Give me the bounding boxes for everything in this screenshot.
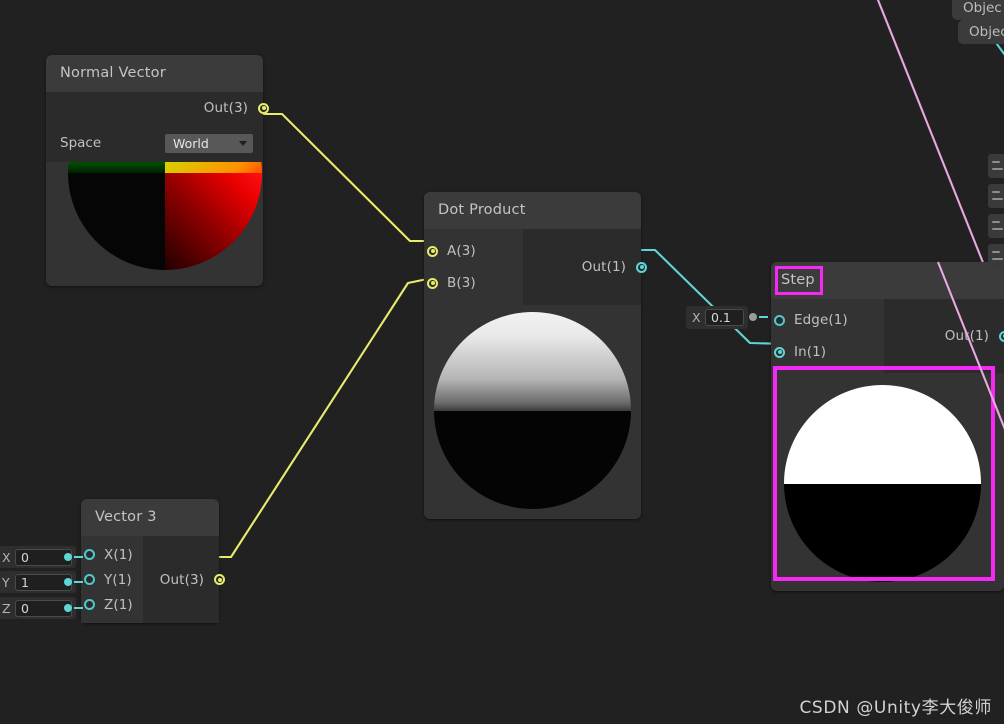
- output-ports-step[interactable]: Out(1): [884, 299, 1004, 373]
- wire-vector3-to-dot-b: [207, 275, 438, 559]
- port-label-step-out: Out(1): [944, 328, 989, 344]
- float-port-dot-z[interactable]: [64, 604, 72, 612]
- edge-node-stub-1[interactable]: [988, 154, 1004, 178]
- port-row-normal-vector-out[interactable]: Out(3): [46, 92, 269, 124]
- float-label-z: Z: [2, 600, 11, 616]
- port-label-dot-a: A(3): [447, 243, 476, 259]
- node-title-dot-product: Dot Product: [424, 192, 641, 229]
- node-dot-product[interactable]: Dot Product A(3) B(3) Out(1): [424, 192, 647, 519]
- port-label-vector3-x: X(1): [104, 546, 133, 563]
- io-section-vector3: X(1) Y(1) Z(1) Out(3): [81, 536, 225, 623]
- port-row-vector3-x[interactable]: X(1): [81, 542, 143, 567]
- port-row-vector3-z[interactable]: Z(1): [81, 592, 143, 617]
- port-label-vector3-out: Out(3): [159, 571, 204, 588]
- float-port-dot-step-edge[interactable]: [749, 313, 757, 321]
- normal-vector-sphere: [68, 162, 262, 270]
- port-dot-normal-vector-out[interactable]: [258, 102, 269, 114]
- node-body-step: Edge(1) In(1) Out(1): [771, 299, 1004, 591]
- port-dot-vector3-z[interactable]: [84, 599, 95, 610]
- float-widget-step-edge[interactable]: X 0.1: [686, 306, 748, 329]
- graph-canvas[interactable]: Objec Objec Normal Vector Out(3) Space W…: [0, 0, 1004, 724]
- chevron-down-icon: [239, 140, 247, 146]
- property-label-space: Space: [60, 135, 102, 151]
- float-link-dash-step-edge: [759, 316, 768, 318]
- edge-node-stub-2[interactable]: [988, 184, 1004, 208]
- preview-dot-product[interactable]: [424, 305, 641, 519]
- float-link-vector3-z: [64, 604, 85, 612]
- float-port-dot-x[interactable]: [64, 553, 72, 561]
- port-dot-dot-out[interactable]: [636, 261, 647, 273]
- port-dot-step-in[interactable]: [774, 346, 785, 358]
- float-port-dot-y[interactable]: [64, 578, 72, 586]
- float-link-dash-x: [74, 556, 83, 558]
- node-title-normal-vector: Normal Vector: [46, 55, 263, 92]
- node-step[interactable]: Step Edge(1) In(1) Out(1): [771, 262, 1004, 591]
- port-dot-vector3-x[interactable]: [84, 549, 95, 560]
- space-dropdown-value: World: [173, 135, 209, 151]
- float-link-step-edge: [749, 313, 770, 321]
- port-row-step-edge[interactable]: Edge(1): [771, 304, 884, 336]
- io-section-dot-product: A(3) B(3) Out(1): [424, 229, 647, 305]
- float-input-step-edge[interactable]: 0.1: [705, 309, 744, 326]
- port-row-step-in[interactable]: In(1): [771, 336, 884, 368]
- watermark-text: CSDN @Unity李大俊师: [799, 698, 992, 718]
- wire-normal-to-dot-a: [256, 112, 437, 243]
- port-dot-step-out[interactable]: [999, 330, 1004, 342]
- step-sphere: [784, 385, 981, 582]
- port-row-dot-a[interactable]: A(3): [424, 235, 523, 267]
- dot-product-sphere: [434, 312, 631, 509]
- port-dot-step-edge[interactable]: [774, 314, 785, 326]
- float-label-x: X: [2, 549, 11, 565]
- preview-normal-vector[interactable]: [46, 162, 263, 286]
- port-row-dot-b[interactable]: B(3): [424, 267, 523, 299]
- port-label-step-edge: Edge(1): [794, 312, 848, 328]
- float-link-vector3-x: [64, 553, 85, 561]
- io-section-step: Edge(1) In(1) Out(1): [771, 299, 1004, 373]
- input-ports-vector3: X(1) Y(1) Z(1): [81, 536, 143, 623]
- float-label-step-edge: X: [692, 310, 701, 325]
- float-link-dash-y: [74, 581, 83, 583]
- node-body-normal-vector: Out(3) Space World: [46, 92, 269, 286]
- port-label-out3: Out(3): [203, 100, 248, 116]
- port-label-dot-out: Out(1): [581, 259, 626, 275]
- edge-node-stub-4[interactable]: [988, 244, 1004, 268]
- preview-step[interactable]: [771, 373, 1004, 591]
- float-link-vector3-y: [64, 578, 85, 586]
- input-ports-step: Edge(1) In(1): [771, 299, 884, 373]
- node-normal-vector[interactable]: Normal Vector Out(3) Space World: [46, 55, 269, 286]
- space-dropdown[interactable]: World: [165, 133, 253, 153]
- node-vector3[interactable]: Vector 3 X(1) Y(1) Z(1) Out(3): [81, 499, 225, 623]
- port-label-vector3-y: Y(1): [104, 571, 132, 588]
- node-title-step: Step: [771, 262, 1004, 299]
- port-label-step-in: In(1): [794, 344, 827, 360]
- port-row-vector3-y[interactable]: Y(1): [81, 567, 143, 592]
- edge-node-object-2[interactable]: Objec: [958, 20, 1004, 44]
- port-label-vector3-z: Z(1): [104, 596, 133, 613]
- port-dot-vector3-y[interactable]: [84, 574, 95, 585]
- port-dot-dot-a[interactable]: [427, 245, 438, 257]
- port-label-dot-b: B(3): [447, 275, 476, 291]
- property-row-space[interactable]: Space World: [46, 124, 263, 162]
- node-body-vector3: X(1) Y(1) Z(1) Out(3): [81, 536, 225, 623]
- output-ports-vector3[interactable]: Out(3): [143, 536, 225, 623]
- float-link-dash-z: [74, 607, 83, 609]
- wire-dot-to-step-in: [629, 248, 785, 346]
- node-body-dot-product: A(3) B(3) Out(1): [424, 229, 647, 519]
- edge-node-stub-3[interactable]: [988, 214, 1004, 238]
- port-dot-dot-b[interactable]: [427, 277, 438, 289]
- port-dot-vector3-out[interactable]: [214, 574, 225, 585]
- output-ports-dot-product[interactable]: Out(1): [523, 229, 647, 305]
- edge-node-object-1[interactable]: Objec: [952, 0, 1004, 20]
- input-ports-dot-product: A(3) B(3): [424, 229, 523, 305]
- node-title-vector3: Vector 3: [81, 499, 219, 536]
- float-label-y: Y: [2, 574, 10, 590]
